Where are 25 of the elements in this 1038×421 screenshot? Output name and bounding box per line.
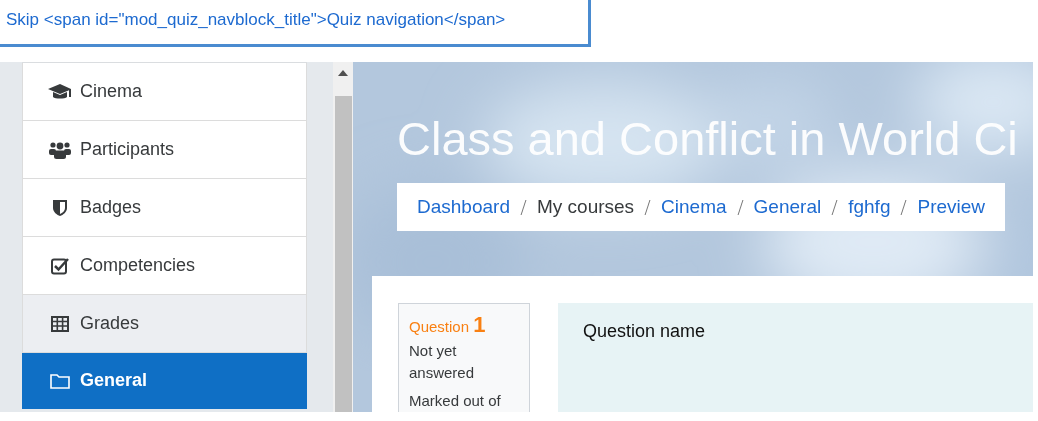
breadcrumb-link[interactable]: Dashboard — [417, 196, 510, 218]
table-icon — [48, 315, 72, 332]
nav-item[interactable]: General — [22, 353, 307, 409]
question-label: Question — [409, 318, 470, 335]
scrollbar[interactable] — [333, 62, 353, 412]
nav-item[interactable]: Cinema — [22, 63, 307, 121]
question-marks: Marked out of — [409, 391, 502, 411]
nav-item[interactable]: Grades — [22, 295, 307, 353]
nav-item[interactable]: Competencies — [22, 237, 307, 295]
people-icon — [48, 140, 72, 159]
breadcrumb-link[interactable]: Cinema — [661, 196, 727, 218]
breadcrumb-item: My courses — [536, 196, 635, 218]
breadcrumb-link[interactable]: fghfg — [848, 196, 891, 218]
breadcrumb-link[interactable]: Preview — [917, 196, 986, 218]
nav-item[interactable]: Participants — [22, 121, 307, 179]
question-number: 1 — [473, 312, 486, 337]
nav-item[interactable]: Badges — [22, 179, 307, 237]
folder-icon — [48, 372, 72, 389]
breadcrumb-link[interactable]: General — [753, 196, 822, 218]
question-status: Not yet answered — [409, 341, 476, 383]
skip-link[interactable]: Skip <span id="mod_quiz_navblock_title">Quiz navigation</span> — [0, 0, 591, 47]
checkbox-icon — [48, 256, 72, 275]
question-name: Question name — [583, 321, 707, 342]
scrollbar-thumb[interactable] — [334, 96, 352, 412]
graduation-cap-icon — [48, 82, 72, 101]
